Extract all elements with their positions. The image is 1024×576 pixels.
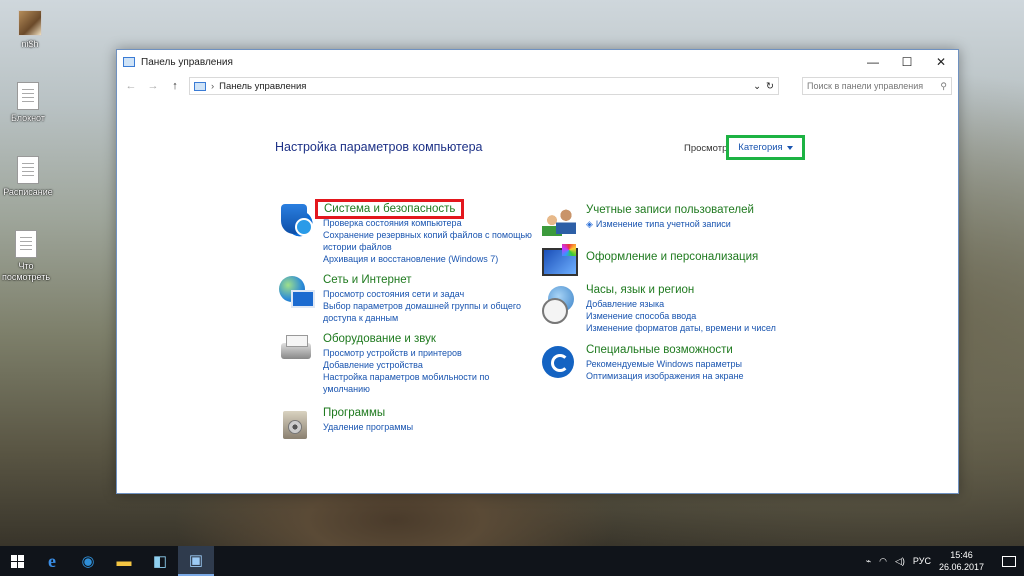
- link-check-status[interactable]: Проверка состояния компьютера: [323, 217, 532, 229]
- view-by-value: Категория: [738, 142, 783, 153]
- address-field[interactable]: › Панель управления ⌄ ↻: [189, 77, 779, 95]
- text-file-icon: [17, 82, 39, 110]
- shield-icon[interactable]: [277, 202, 315, 238]
- link-homegroup-cont[interactable]: доступа к данным: [323, 312, 521, 324]
- link-homegroup[interactable]: Выбор параметров домашней группы и общег…: [323, 300, 521, 312]
- category-title-accounts[interactable]: Учетные записи пользователей: [586, 204, 754, 216]
- maximize-button[interactable]: ☐: [890, 50, 924, 74]
- text-file-icon: [15, 230, 37, 258]
- link-change-account-type[interactable]: Изменение типа учетной записи: [586, 218, 754, 230]
- link-mobility[interactable]: Настройка параметров мобильности по: [323, 371, 489, 383]
- link-backup-restore[interactable]: Архивация и восстановление (Windows 7): [323, 253, 532, 265]
- link-devices-printers[interactable]: Просмотр устройств и принтеров: [323, 347, 489, 359]
- category-title-accessibility[interactable]: Специальные возможности: [586, 344, 744, 356]
- category-appearance: Оформление и персонализация: [540, 244, 758, 280]
- category-title-appearance[interactable]: Оформление и персонализация: [586, 251, 758, 263]
- wifi-icon[interactable]: ◠: [879, 556, 887, 567]
- file-explorer-icon[interactable]: ▬: [106, 546, 142, 576]
- system-tray: ⌁ ◠ ◁) РУС 15:46 26.06.2017: [866, 549, 1024, 573]
- category-programs: Программы Удаление программы: [277, 407, 413, 443]
- link-date-formats[interactable]: Изменение форматов даты, времени и чисел: [586, 322, 776, 334]
- search-icon[interactable]: ⚲: [940, 81, 947, 92]
- refresh-icon[interactable]: ↻: [766, 81, 774, 92]
- control-panel-window: Панель управления — ☐ ✕ ← → ↑ › Панель у…: [116, 49, 959, 494]
- search-input[interactable]: Поиск в панели управления ⚲: [802, 77, 952, 95]
- clock-globe-icon[interactable]: [540, 284, 578, 324]
- network-globe-icon[interactable]: [277, 274, 315, 310]
- address-dropdown-icon[interactable]: ⌄: [753, 81, 761, 92]
- breadcrumb[interactable]: Панель управления: [219, 81, 306, 92]
- appearance-icon[interactable]: [540, 244, 578, 280]
- network-icon[interactable]: ⌁: [866, 556, 871, 567]
- breadcrumb-separator-icon: ›: [211, 80, 215, 92]
- desktop-icon-watch[interactable]: Что посмотреть: [0, 230, 54, 283]
- search-placeholder: Поиск в панели управления: [807, 81, 924, 91]
- forward-arrow-icon[interactable]: →: [145, 80, 161, 92]
- category-network-internet: Сеть и Интернет Просмотр состояния сети …: [277, 274, 521, 324]
- text-file-icon: [17, 156, 39, 184]
- control-panel-icon: [123, 57, 135, 67]
- link-file-history[interactable]: Сохранение резервных копий файлов с помо…: [323, 229, 532, 241]
- firefox-icon[interactable]: ◉: [70, 546, 106, 576]
- link-recommended-settings[interactable]: Рекомендуемые Windows параметры: [586, 358, 744, 370]
- category-system-security: Система и безопасность Проверка состояни…: [277, 199, 532, 265]
- desktop-icon-user[interactable]: ni$h: [0, 10, 60, 50]
- link-network-status[interactable]: Просмотр состояния сети и задач: [323, 288, 521, 300]
- users-icon[interactable]: [540, 204, 578, 240]
- windows-logo-icon: [10, 554, 24, 568]
- notification-center-icon[interactable]: [1002, 555, 1016, 567]
- desktop-icon-label: Блокнот: [10, 113, 45, 123]
- printer-icon[interactable]: [277, 333, 315, 369]
- clock-date: 26.06.2017: [938, 562, 984, 572]
- category-hardware-sound: Оборудование и звук Просмотр устройств и…: [277, 333, 489, 395]
- link-add-device[interactable]: Добавление устройства: [323, 359, 489, 371]
- minimize-button[interactable]: —: [856, 50, 890, 74]
- control-panel-taskbar-icon[interactable]: ▣: [178, 546, 214, 576]
- category-accessibility: Специальные возможности Рекомендуемые Wi…: [540, 344, 744, 382]
- back-arrow-icon[interactable]: ←: [123, 80, 139, 92]
- clock-time: 15:46: [950, 550, 973, 560]
- category-user-accounts: Учетные записи пользователей Изменение т…: [540, 204, 754, 240]
- desktop-icon-label: ni$h: [21, 39, 39, 49]
- volume-icon[interactable]: ◁): [895, 556, 905, 567]
- link-file-history-cont[interactable]: истории файлов: [323, 241, 532, 253]
- notepad-icon[interactable]: ◧: [142, 546, 178, 576]
- language-indicator[interactable]: РУС: [913, 556, 931, 566]
- title-bar[interactable]: Панель управления — ☐ ✕: [117, 50, 958, 74]
- dropdown-arrow-icon: [786, 145, 793, 150]
- view-by-dropdown[interactable]: Категория: [726, 135, 805, 160]
- page-title: Настройка параметров компьютера: [275, 140, 483, 154]
- category-title-clock[interactable]: Часы, язык и регион: [586, 284, 776, 296]
- category-clock-language: Часы, язык и регион Добавление языка Изм…: [540, 284, 776, 334]
- desktop-icon-label: Расписание: [3, 187, 53, 197]
- edge-browser-icon[interactable]: e: [34, 546, 70, 576]
- up-arrow-icon[interactable]: ↑: [167, 80, 183, 92]
- start-button[interactable]: [0, 546, 34, 576]
- link-uninstall[interactable]: Удаление программы: [323, 421, 413, 433]
- programs-disc-icon[interactable]: [277, 407, 315, 443]
- close-button[interactable]: ✕: [924, 50, 958, 74]
- desktop-icon-notepad[interactable]: Блокнот: [0, 82, 58, 124]
- view-by-label: Просмотр: [684, 143, 728, 154]
- link-mobility-cont[interactable]: умолчанию: [323, 383, 489, 395]
- category-title-network[interactable]: Сеть и Интернет: [323, 274, 521, 286]
- desktop-icon-label: Что посмотреть: [1, 261, 51, 282]
- link-add-language[interactable]: Добавление языка: [586, 298, 776, 310]
- navigation-bar: ← → ↑ › Панель управления ⌄ ↻ Поиск в па…: [117, 74, 958, 98]
- window-title: Панель управления: [141, 56, 233, 68]
- clock[interactable]: 15:46 26.06.2017: [939, 549, 984, 573]
- category-title-system-security[interactable]: Система и безопасность: [315, 199, 465, 219]
- control-panel-icon: [194, 81, 206, 91]
- link-input-method[interactable]: Изменение способа ввода: [586, 310, 776, 322]
- accessibility-icon[interactable]: [540, 344, 578, 380]
- user-folder-icon: [18, 10, 42, 36]
- desktop-icon-schedule[interactable]: Расписание: [0, 156, 58, 198]
- taskbar: e ◉ ▬ ◧ ▣ ⌁ ◠ ◁) РУС 15:46 26.06.2017: [0, 546, 1024, 576]
- category-title-programs[interactable]: Программы: [323, 407, 413, 419]
- main-content: Настройка параметров компьютера Просмотр…: [117, 98, 958, 494]
- category-title-hardware[interactable]: Оборудование и звук: [323, 333, 489, 345]
- link-optimize-display[interactable]: Оптимизация изображения на экране: [586, 370, 744, 382]
